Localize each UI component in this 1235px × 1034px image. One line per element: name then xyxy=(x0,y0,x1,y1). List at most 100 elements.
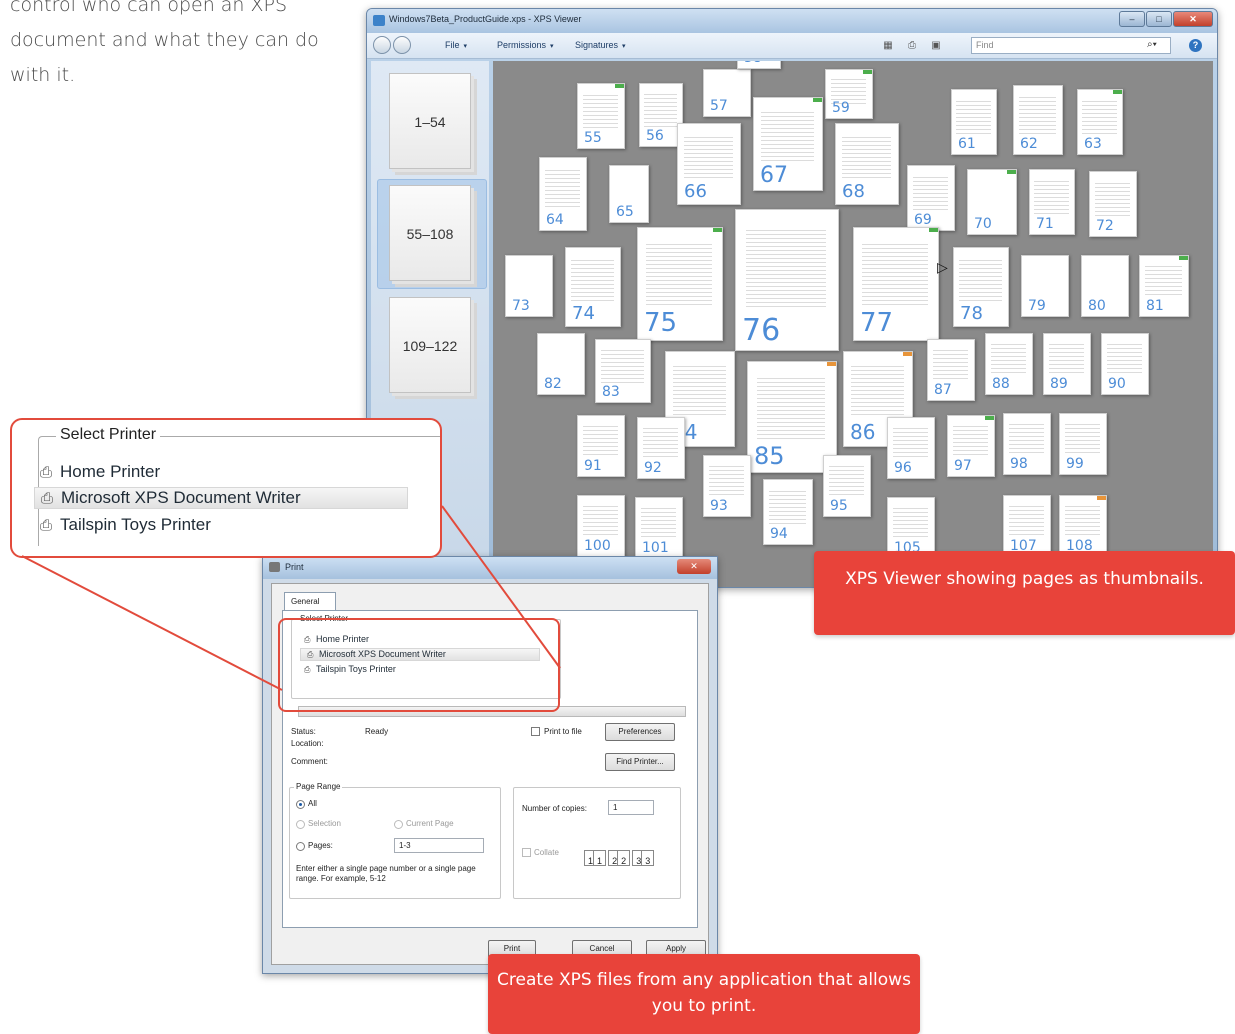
page-thumbnail[interactable]: 57 xyxy=(703,69,751,117)
all-radio[interactable] xyxy=(296,800,305,809)
page-thumbnail[interactable]: 89 xyxy=(1043,333,1091,395)
page-thumbnail[interactable]: 69 xyxy=(907,165,955,231)
page-thumbnail[interactable]: 108 xyxy=(1059,495,1107,557)
page-text-lines xyxy=(862,241,928,307)
page-flag xyxy=(1179,256,1188,260)
select-printer-callout: Select Printer ⎙ Home Printer ⎙ Microsoft … xyxy=(10,418,442,558)
tab-general[interactable]: General xyxy=(284,592,336,610)
page-thumbnail[interactable]: 59 xyxy=(825,69,873,119)
page-text-lines xyxy=(768,487,807,525)
copies-input[interactable]: 1 xyxy=(608,800,654,815)
page-thumbnail[interactable]: 75 xyxy=(637,227,723,341)
page-thumbnail[interactable]: 71 xyxy=(1029,169,1075,235)
page-flag xyxy=(1097,496,1106,500)
page-thumbnail[interactable]: 65 xyxy=(609,165,649,223)
zoom-icon[interactable]: ▣ xyxy=(929,39,943,52)
menu-signatures[interactable]: Signatures ▾ xyxy=(575,40,626,50)
page-number: 83 xyxy=(602,384,620,400)
page-thumbnail[interactable]: 87 xyxy=(927,339,975,401)
page-thumbnail[interactable]: 99 xyxy=(1059,413,1107,475)
page-text-lines xyxy=(582,91,619,129)
collate-checkbox[interactable] xyxy=(522,848,531,857)
page-thumbnail[interactable]: 64 xyxy=(539,157,587,231)
page-thumbnail[interactable]: 107 xyxy=(1003,495,1051,557)
page-number: 57 xyxy=(710,98,728,114)
pages-label: Pages: xyxy=(308,841,333,850)
page-number: 74 xyxy=(572,303,595,324)
printer-item-tailspin[interactable]: ⎙ Tailspin Toys Printer xyxy=(40,515,211,535)
range-button-3[interactable]: 109–122 xyxy=(389,297,471,393)
page-thumbnail[interactable]: 100 xyxy=(577,495,625,557)
page-flag xyxy=(615,84,624,88)
xps-window-title: Windows7Beta_ProductGuide.xps - XPS View… xyxy=(389,14,582,24)
forward-button[interactable] xyxy=(393,36,411,54)
page-thumbnail[interactable]: 76 xyxy=(735,209,839,351)
selection-radio[interactable] xyxy=(296,820,305,829)
range-button-2[interactable]: 55–108 xyxy=(389,185,471,281)
close-button[interactable]: ✕ xyxy=(1173,11,1213,27)
page-thumbnail[interactable]: 79 xyxy=(1021,255,1069,317)
page-thumbnail[interactable]: 98 xyxy=(1003,413,1051,475)
page-thumbnail[interactable]: 90 xyxy=(1101,333,1149,395)
print-dialog-close-button[interactable]: ✕ xyxy=(677,559,711,574)
page-thumbnail[interactable]: 88 xyxy=(985,333,1033,395)
print-to-file-checkbox[interactable] xyxy=(531,727,540,736)
page-thumbnail[interactable]: 94 xyxy=(763,479,813,545)
back-button[interactable] xyxy=(373,36,391,54)
page-thumbnail[interactable]: 67 xyxy=(753,97,823,191)
page-thumbnail[interactable]: 77 xyxy=(853,227,939,341)
page-thumbnail[interactable]: 82 xyxy=(537,333,585,395)
find-printer-button[interactable]: Find Printer... xyxy=(605,753,675,771)
printer-item-label: Tailspin Toys Printer xyxy=(60,515,211,534)
menu-permissions[interactable]: Permissions ▾ xyxy=(497,40,554,50)
page-text-lines xyxy=(746,226,826,308)
page-thumbnail[interactable]: 92 xyxy=(637,417,685,479)
xps-app-icon xyxy=(373,15,385,26)
page-thumbnail[interactable]: 72 xyxy=(1089,171,1137,237)
page-thumbnail[interactable]: 80 xyxy=(1081,255,1129,317)
page-thumbnail[interactable]: 81 xyxy=(1139,255,1189,317)
page-thumbnail[interactable]: 74 xyxy=(565,247,621,327)
page-thumbnail[interactable]: 83 xyxy=(595,339,651,403)
page-thumbnail[interactable]: 78 xyxy=(953,247,1009,327)
page-thumbnail[interactable]: 91 xyxy=(577,415,625,477)
printer-item-xps-writer[interactable]: ⎙ Microsoft XPS Document Writer xyxy=(34,487,408,509)
page-thumbnail[interactable]: 68 xyxy=(835,123,899,205)
page-thumbnail[interactable]: 95 xyxy=(823,455,871,517)
thumbnails-icon[interactable]: ▦ xyxy=(881,39,895,52)
pages-radio[interactable] xyxy=(296,842,305,851)
page-number: 63 xyxy=(1084,136,1102,152)
page-thumbnail[interactable]: 66 xyxy=(677,123,741,205)
range-button-1[interactable]: 1–54 xyxy=(389,73,471,169)
page-thumbnail[interactable]: 63 xyxy=(1077,89,1123,155)
page-thumbnail[interactable]: 93 xyxy=(703,455,751,517)
page-thumbnail[interactable]: 55 xyxy=(577,83,625,149)
page-number: 96 xyxy=(894,460,912,476)
page-thumbnail[interactable]: 61 xyxy=(951,89,997,155)
help-icon[interactable]: ? xyxy=(1189,39,1202,52)
search-icon[interactable]: ⌕▾ xyxy=(1147,39,1157,50)
printer-item-home[interactable]: ⎙ Home Printer xyxy=(40,462,160,482)
page-thumbnail[interactable]: 62 xyxy=(1013,85,1063,155)
page-number: 76 xyxy=(742,313,781,348)
page-number: 100 xyxy=(584,538,611,554)
maximize-button[interactable]: □ xyxy=(1146,11,1172,27)
minimize-button[interactable]: – xyxy=(1119,11,1145,27)
find-input[interactable]: Find xyxy=(971,37,1171,54)
page-thumbnail[interactable]: 73 xyxy=(505,255,553,317)
page-thumbnail[interactable]: 105 xyxy=(887,497,935,559)
page-thumbnail[interactable]: 101 xyxy=(635,497,683,559)
print-icon[interactable]: ⎙ xyxy=(905,39,919,52)
pages-input[interactable]: 1-3 xyxy=(394,838,484,853)
page-number: 55 xyxy=(584,130,602,146)
mouse-cursor-icon: ▷ xyxy=(937,259,948,275)
current-page-radio[interactable] xyxy=(394,820,403,829)
preferences-button[interactable]: Preferences xyxy=(605,723,675,741)
page-thumbnail[interactable]: 97 xyxy=(947,415,995,477)
printer-icon: ⎙ xyxy=(41,490,54,507)
page-thumbnail[interactable]: 58 xyxy=(737,61,781,69)
page-thumbnail[interactable]: 96 xyxy=(887,417,935,479)
page-thumbnail[interactable]: 70 xyxy=(967,169,1017,235)
page-number: 82 xyxy=(544,376,562,392)
menu-file[interactable]: File ▾ xyxy=(445,40,467,50)
